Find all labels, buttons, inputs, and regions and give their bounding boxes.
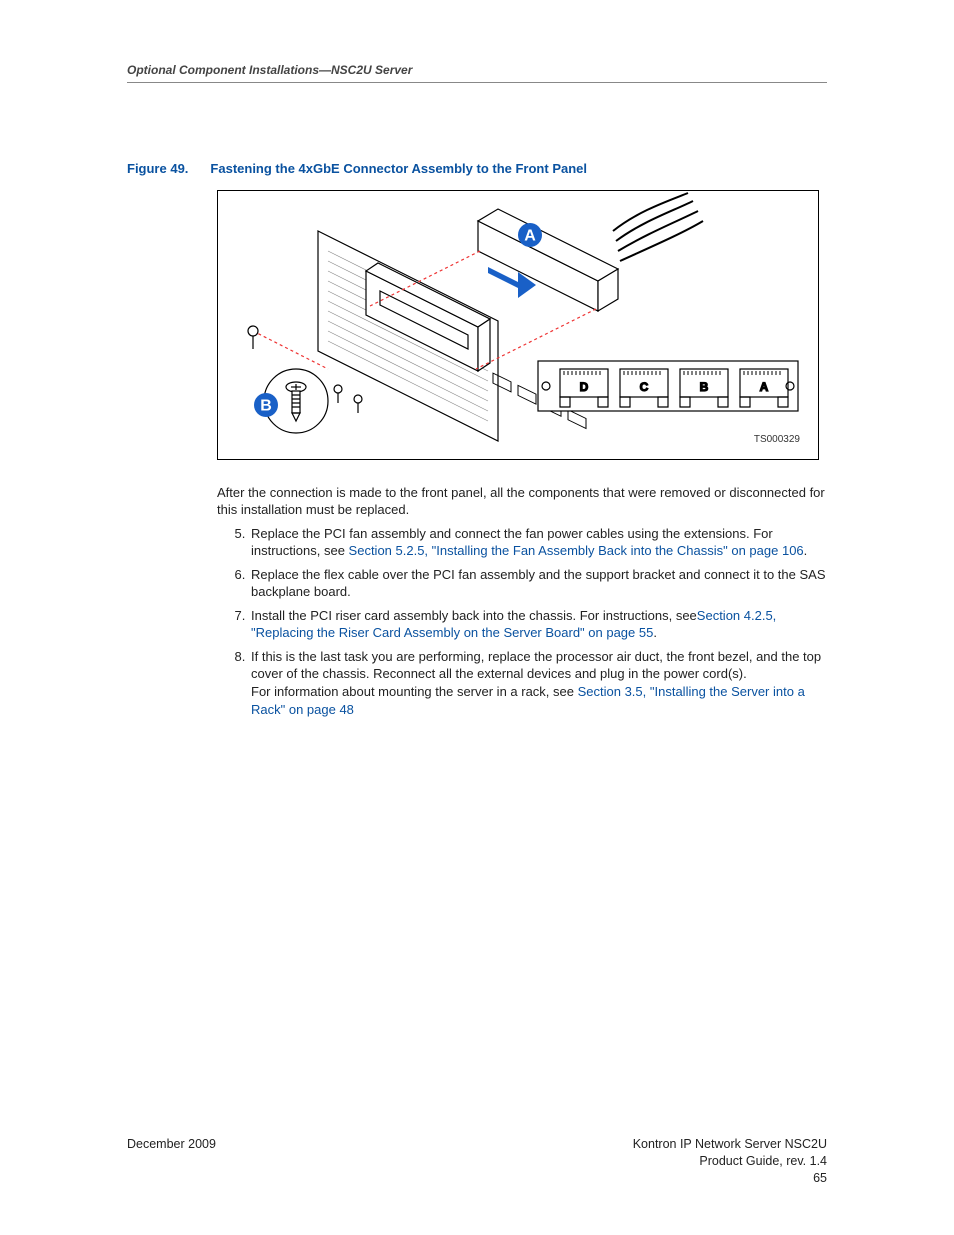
port-label-b: B	[700, 380, 709, 394]
figure-number: Figure 49.	[127, 161, 188, 176]
step-list: Replace the PCI fan assembly and connect…	[217, 525, 827, 718]
port-label-a: A	[760, 380, 769, 394]
xref-fan-assembly[interactable]: Section 5.2.5, "Installing the Fan Assem…	[349, 543, 804, 558]
step-5-text-b: .	[804, 543, 808, 558]
intro-paragraph: After the connection is made to the fron…	[217, 484, 827, 519]
step-5: Replace the PCI fan assembly and connect…	[249, 525, 827, 560]
step-8-text-a: If this is the last task you are perform…	[251, 649, 821, 682]
running-head: Optional Component Installations—NSC2U S…	[127, 62, 827, 83]
step-7-text-a: Install the PCI riser card assembly back…	[251, 608, 697, 623]
step-6: Replace the flex cable over the PCI fan …	[249, 566, 827, 601]
page-footer: December 2009 Kontron IP Network Server …	[127, 1136, 827, 1187]
step-8: If this is the last task you are perform…	[249, 648, 827, 718]
step-8-text-b: For information about mounting the serve…	[251, 684, 578, 699]
footer-product: Kontron IP Network Server NSC2U	[633, 1136, 827, 1153]
figure-image: D C B A A B TS000329	[217, 190, 819, 460]
footer-guide: Product Guide, rev. 1.4	[633, 1153, 827, 1170]
figure-caption: Figure 49. Fastening the 4xGbE Connector …	[127, 160, 827, 178]
port-label-c: C	[640, 380, 649, 394]
callout-b: B	[260, 397, 272, 414]
footer-page-number: 65	[633, 1170, 827, 1187]
figure-ts-number: TS000329	[754, 433, 800, 447]
callout-a: A	[524, 227, 536, 244]
figure-title: Fastening the 4xGbE Connector Assembly t…	[210, 161, 587, 176]
port-label-d: D	[580, 380, 589, 394]
step-7: Install the PCI riser card assembly back…	[249, 607, 827, 642]
page-content: Figure 49. Fastening the 4xGbE Connector …	[127, 160, 827, 724]
footer-date: December 2009	[127, 1136, 216, 1153]
step-7-text-b: .	[653, 625, 657, 640]
